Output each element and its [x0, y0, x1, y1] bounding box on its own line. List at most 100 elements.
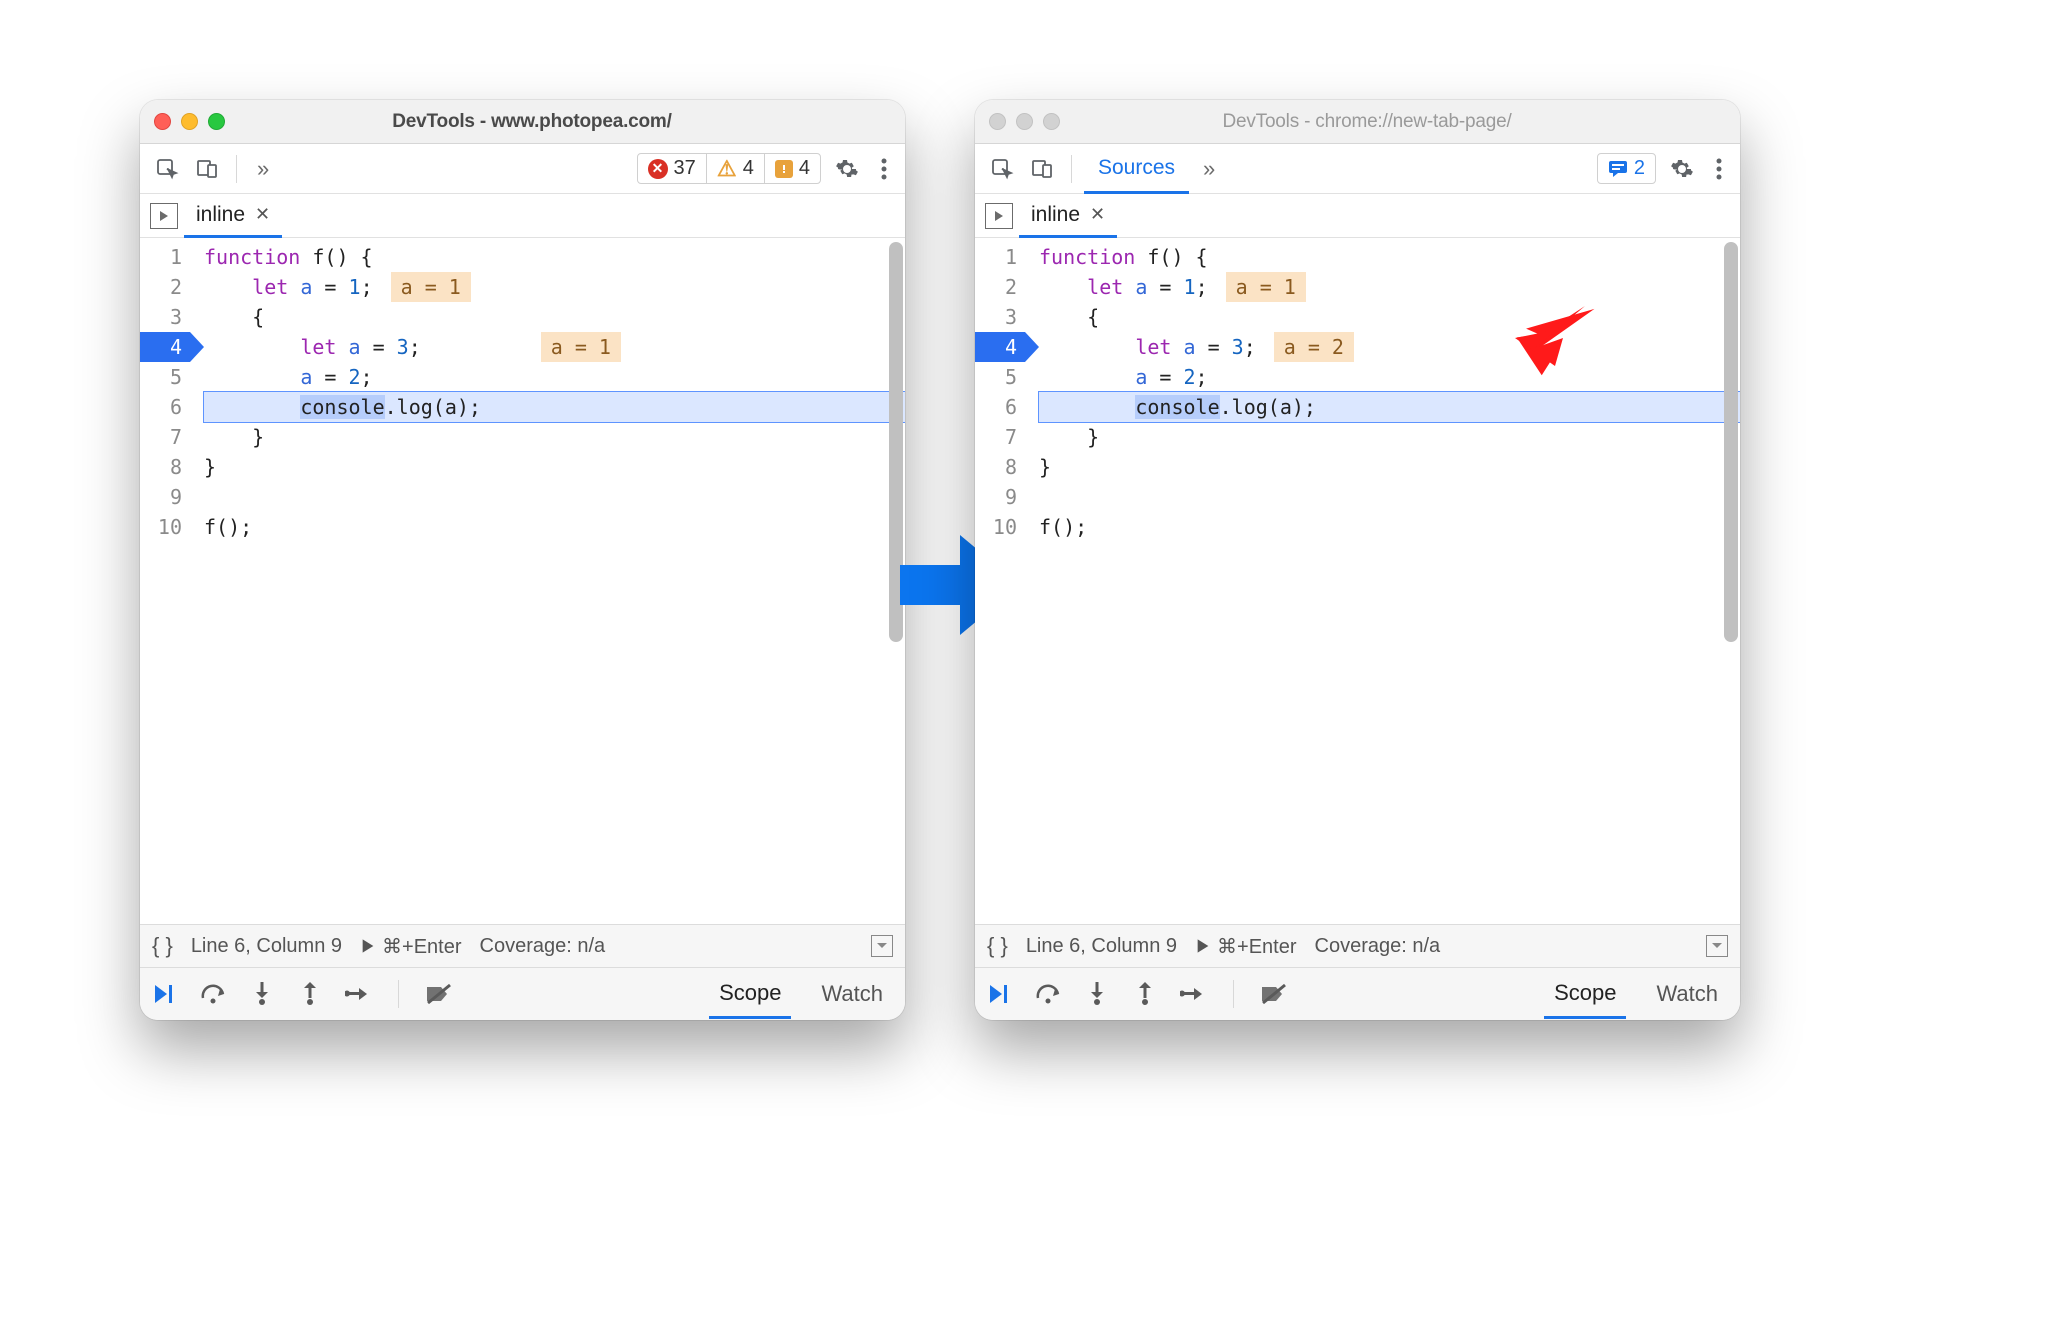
line-number: 8: [975, 452, 1017, 482]
step-icon[interactable]: [344, 980, 372, 1008]
step-over-icon[interactable]: [200, 980, 228, 1008]
errors-badge[interactable]: ✕ 37: [638, 154, 706, 183]
code-line: function f() {: [204, 242, 905, 272]
issues-badge[interactable]: 4: [764, 154, 820, 183]
pretty-print-icon[interactable]: { }: [152, 933, 173, 959]
close-icon[interactable]: ✕: [255, 204, 270, 225]
scope-tab[interactable]: Scope: [709, 970, 791, 1019]
resume-icon[interactable]: [152, 980, 180, 1008]
line-number: 3: [140, 302, 182, 332]
file-tabs: inline ✕: [140, 194, 905, 238]
minimize-button[interactable]: [1016, 113, 1033, 130]
close-button[interactable]: [989, 113, 1006, 130]
minimize-button[interactable]: [181, 113, 198, 130]
run-shortcut: ⌘+Enter: [382, 934, 461, 959]
gutter: 1 2 3 4 5 6 7 8 9 10: [975, 238, 1025, 924]
more-tabs-icon[interactable]: »: [249, 156, 271, 182]
titlebar: DevTools - www.photopea.com/: [140, 100, 905, 144]
pretty-print-icon[interactable]: { }: [987, 933, 1008, 959]
issues-count: 4: [799, 157, 810, 180]
line-number: 7: [140, 422, 182, 452]
dropdown-icon[interactable]: [871, 935, 893, 957]
close-icon[interactable]: ✕: [1090, 204, 1105, 225]
line-number: 5: [975, 362, 1017, 392]
settings-icon[interactable]: [1662, 157, 1702, 181]
inline-value: a = 1: [1226, 272, 1306, 302]
deactivate-breakpoints-icon[interactable]: [1260, 980, 1288, 1008]
messages-badge[interactable]: 2: [1597, 153, 1656, 184]
window-title: DevTools - chrome://new-tab-page/: [1078, 111, 1656, 133]
deactivate-breakpoints-icon[interactable]: [425, 980, 453, 1008]
code-area[interactable]: function f() { let a = 1;a = 1 { let a =…: [1025, 238, 1740, 924]
inline-value: a = 1: [391, 272, 471, 302]
statusbar: { } Line 6, Column 9 ⌘+Enter Coverage: n…: [975, 924, 1740, 968]
inspect-icon[interactable]: [985, 152, 1019, 186]
step-into-icon[interactable]: [248, 980, 276, 1008]
maximize-button[interactable]: [1043, 113, 1060, 130]
more-tabs-icon[interactable]: »: [1195, 156, 1217, 182]
sources-tab[interactable]: Sources: [1084, 145, 1189, 194]
code-line: function f() {: [1039, 242, 1740, 272]
line-number: 1: [140, 242, 182, 272]
scope-tab[interactable]: Scope: [1544, 970, 1626, 1019]
settings-icon[interactable]: [827, 157, 867, 181]
code-line: let a = 1;a = 1: [204, 272, 905, 302]
device-toggle-icon[interactable]: [190, 152, 224, 186]
code-line: [204, 482, 905, 512]
navigator-icon[interactable]: [150, 203, 178, 229]
watch-tab[interactable]: Watch: [1646, 971, 1728, 1017]
code-line: {: [204, 302, 905, 332]
step-out-icon[interactable]: [296, 980, 324, 1008]
maximize-button[interactable]: [208, 113, 225, 130]
run-snippet[interactable]: ⌘+Enter: [360, 934, 461, 959]
line-number: 6: [140, 392, 182, 422]
navigator-icon[interactable]: [985, 203, 1013, 229]
line-number: 3: [975, 302, 1017, 332]
editor[interactable]: 1 2 3 4 5 6 7 8 9 10 function f() { let …: [975, 238, 1740, 924]
file-tab-label: inline: [196, 203, 245, 227]
messages-count: 2: [1634, 157, 1645, 180]
code-line-current: console.log(a);: [1039, 392, 1740, 422]
debugger-bar: Scope Watch: [975, 968, 1740, 1020]
gutter: 1 2 3 4 5 6 7 8 9 10: [140, 238, 190, 924]
coverage-status: Coverage: n/a: [1315, 935, 1441, 958]
window-title: DevTools - www.photopea.com/: [243, 111, 821, 133]
inline-value: a = 1: [541, 332, 621, 362]
step-out-icon[interactable]: [1131, 980, 1159, 1008]
run-snippet[interactable]: ⌘+Enter: [1195, 934, 1296, 959]
kebab-icon[interactable]: [873, 158, 895, 180]
line-number-exec: 4: [975, 332, 1025, 362]
resume-icon[interactable]: [987, 980, 1015, 1008]
step-icon[interactable]: [1179, 980, 1207, 1008]
warnings-badge[interactable]: ⚠4: [706, 154, 764, 183]
watch-tab[interactable]: Watch: [811, 971, 893, 1017]
dropdown-icon[interactable]: [1706, 935, 1728, 957]
editor[interactable]: 1 2 3 4 5 6 7 8 9 10 function f() { let …: [140, 238, 905, 924]
line-number: 7: [975, 422, 1017, 452]
titlebar: DevTools - chrome://new-tab-page/: [975, 100, 1740, 144]
file-tab-inline[interactable]: inline ✕: [184, 195, 282, 238]
code-line: }: [1039, 422, 1740, 452]
line-number: 5: [140, 362, 182, 392]
scrollbar[interactable]: [1724, 242, 1738, 642]
line-number: 9: [975, 482, 1017, 512]
inline-value: a = 2: [1274, 332, 1354, 362]
line-number: 10: [975, 512, 1017, 542]
device-toggle-icon[interactable]: [1025, 152, 1059, 186]
inspect-icon[interactable]: [150, 152, 184, 186]
close-button[interactable]: [154, 113, 171, 130]
separator: [236, 155, 237, 183]
console-badges[interactable]: ✕ 37 ⚠4 4: [637, 153, 822, 184]
code-area[interactable]: function f() { let a = 1;a = 1 { let a =…: [190, 238, 905, 924]
code-line: }: [1039, 452, 1740, 482]
errors-count: 37: [674, 157, 696, 180]
error-icon: ✕: [648, 159, 668, 179]
file-tab-inline[interactable]: inline ✕: [1019, 195, 1117, 238]
step-over-icon[interactable]: [1035, 980, 1063, 1008]
separator: [398, 980, 399, 1008]
kebab-icon[interactable]: [1708, 158, 1730, 180]
line-number: 6: [975, 392, 1017, 422]
code-line-current: console.log(a);: [204, 392, 905, 422]
file-tabs: inline ✕: [975, 194, 1740, 238]
step-into-icon[interactable]: [1083, 980, 1111, 1008]
